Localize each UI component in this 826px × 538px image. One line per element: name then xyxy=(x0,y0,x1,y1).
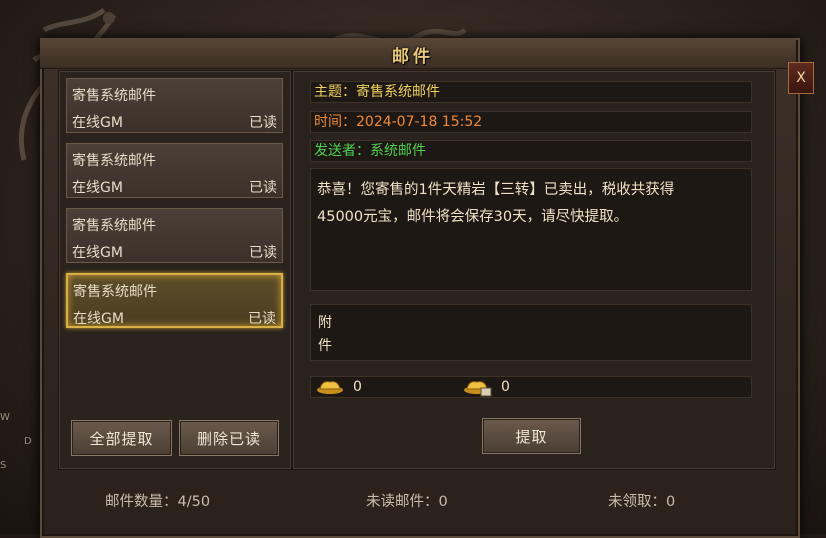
mail-subject: 寄售系统邮件 xyxy=(72,218,156,234)
time-field: 时间：2024-07-18 15:52 xyxy=(310,111,752,133)
mail-sender: 在线GM xyxy=(72,245,123,261)
compass-d-label: D xyxy=(24,436,32,447)
gold-ingot-icon xyxy=(316,379,344,395)
subject-field: 主题：寄售系统邮件 xyxy=(310,81,752,103)
mail-sender: 在线GM xyxy=(72,115,123,131)
claim-button[interactable]: 提取 xyxy=(482,418,581,454)
subject-value: 寄售系统邮件 xyxy=(356,84,440,100)
mail-body-line: 45000元宝，邮件将会保存30天，请尽快提取。 xyxy=(317,209,629,225)
mail-list-item[interactable]: 寄售系统邮件 在线GM 已读 xyxy=(66,78,283,133)
attachment-label: 附件 xyxy=(318,315,332,354)
sender-value: 系统邮件 xyxy=(370,143,426,159)
close-icon: X xyxy=(796,70,806,86)
bound-ingot-icon xyxy=(463,379,492,397)
mail-subject: 寄售系统邮件 xyxy=(72,88,156,104)
attachment-area[interactable]: 附件 xyxy=(310,304,752,361)
unread-count: 未读邮件：0 xyxy=(366,494,448,510)
mail-count: 邮件数量：4/50 xyxy=(105,494,211,510)
sender-label: 发送者： xyxy=(314,143,370,159)
mail-read-status: 已读 xyxy=(248,311,276,327)
mail-body-line: 恭喜！您寄售的1件天精岩【三转】已卖出，税收共获得 xyxy=(317,182,675,198)
time-value: 2024-07-18 15:52 xyxy=(356,114,483,130)
mail-body: 恭喜！您寄售的1件天精岩【三转】已卖出，税收共获得 45000元宝，邮件将会保存… xyxy=(310,168,752,291)
mail-read-status: 已读 xyxy=(249,245,277,261)
delete-read-button[interactable]: 删除已读 xyxy=(179,420,279,456)
currency-bar: 0 0 xyxy=(310,376,752,398)
subject-label: 主题： xyxy=(314,84,356,100)
mail-subject: 寄售系统邮件 xyxy=(73,284,157,300)
mail-read-status: 已读 xyxy=(249,180,277,196)
bound-ingot-amount: 0 xyxy=(501,379,510,395)
mail-subject: 寄售系统邮件 xyxy=(72,153,156,169)
mail-list-item[interactable]: 寄售系统邮件 在线GM 已读 xyxy=(66,208,283,263)
claim-all-button[interactable]: 全部提取 xyxy=(71,420,172,456)
mail-list-item[interactable]: 寄售系统邮件 在线GM 已读 xyxy=(66,143,283,198)
compass-south-label: S xyxy=(0,460,7,471)
gold-ingot-amount: 0 xyxy=(353,379,362,395)
mail-list-item-selected[interactable]: 寄售系统邮件 在线GM 已读 xyxy=(66,273,283,328)
time-label: 时间： xyxy=(314,114,356,130)
close-button[interactable]: X xyxy=(788,62,814,94)
mail-read-status: 已读 xyxy=(249,115,277,131)
mail-sender: 在线GM xyxy=(72,180,123,196)
window-title: 邮件 xyxy=(392,47,434,67)
sender-field: 发送者：系统邮件 xyxy=(310,140,752,162)
compass-west-label: W xyxy=(0,412,10,423)
mail-sender: 在线GM xyxy=(73,311,124,327)
unclaimed-count: 未领取：0 xyxy=(608,494,676,510)
